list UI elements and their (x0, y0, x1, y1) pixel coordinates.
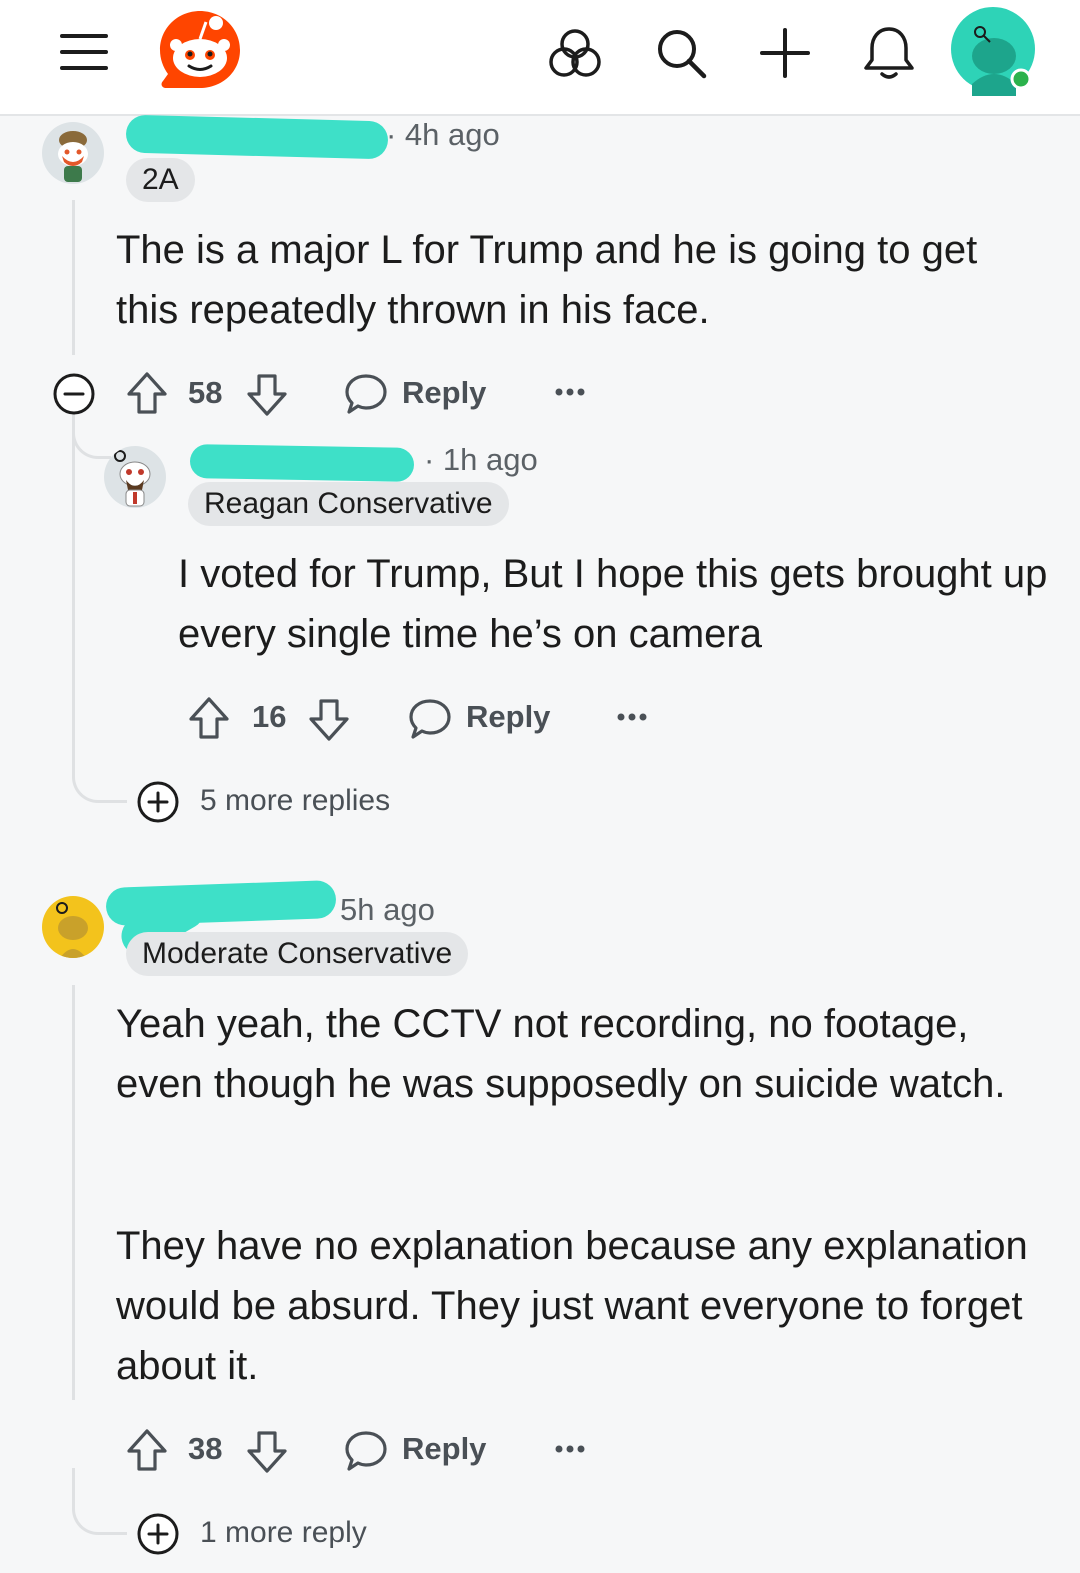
redacted-username (125, 114, 389, 160)
top-app-bar (0, 0, 1080, 116)
menu-icon[interactable] (58, 30, 110, 74)
notifications-icon[interactable] (862, 24, 916, 82)
upvote-icon[interactable] (188, 695, 230, 741)
expand-replies-icon[interactable] (136, 1512, 180, 1556)
upvote-icon[interactable] (126, 1427, 168, 1473)
reply-icon[interactable] (344, 372, 388, 416)
online-status-dot (1010, 68, 1032, 90)
comment-timestamp: 5h ago (340, 892, 435, 927)
more-options-icon[interactable] (554, 382, 586, 402)
comment-timestamp: · 1h ago (424, 442, 538, 477)
more-replies-link[interactable]: 5 more replies (200, 784, 390, 818)
user-flair: Moderate Conservative (126, 932, 469, 976)
reply-button[interactable]: Reply (402, 368, 486, 418)
more-options-icon[interactable] (616, 707, 648, 727)
comment-timestamp: · 4h ago (386, 117, 500, 152)
upvote-icon[interactable] (126, 370, 168, 416)
vote-count: 58 (188, 375, 223, 410)
downvote-icon[interactable] (246, 372, 288, 418)
commenter-avatar[interactable] (42, 896, 104, 958)
communities-icon[interactable] (548, 26, 602, 80)
downvote-icon[interactable] (246, 1429, 288, 1475)
reply-button[interactable]: Reply (466, 692, 550, 742)
more-options-icon[interactable] (554, 1439, 586, 1459)
comment-body-paragraph: Yeah yeah, the CCTV not recording, no fo… (116, 1002, 1006, 1106)
reply-icon[interactable] (344, 1429, 388, 1473)
comment-body: I voted for Trump, But I hope this gets … (178, 552, 1048, 656)
commenter-avatar[interactable] (104, 446, 166, 508)
more-replies-link[interactable]: 1 more reply (200, 1516, 367, 1550)
user-flair: 2A (126, 158, 195, 202)
thread-line (72, 415, 75, 750)
vote-count: 38 (188, 1431, 223, 1466)
collapse-thread-icon[interactable] (52, 372, 96, 416)
thread-elbow (72, 410, 111, 459)
search-icon[interactable] (654, 26, 708, 80)
create-icon[interactable] (758, 26, 812, 80)
thread-elbow (72, 740, 127, 803)
expand-replies-icon[interactable] (136, 780, 180, 824)
reply-icon[interactable] (408, 697, 452, 741)
downvote-icon[interactable] (308, 697, 350, 743)
vote-count: 16 (252, 699, 287, 734)
thread-line (72, 985, 75, 1400)
user-flair: Reagan Conservative (188, 482, 509, 526)
redacted-username (189, 444, 415, 482)
user-avatar[interactable] (950, 6, 1040, 96)
comment-body-paragraph: They have no explanation because any exp… (116, 1224, 1028, 1388)
comment-body: The is a major L for Trump and he is goi… (116, 228, 978, 332)
reddit-logo[interactable] (156, 8, 244, 94)
commenter-avatar[interactable] (42, 122, 104, 184)
thread-elbow (72, 1478, 127, 1535)
reply-button[interactable]: Reply (402, 1424, 486, 1474)
thread-line (72, 200, 75, 355)
